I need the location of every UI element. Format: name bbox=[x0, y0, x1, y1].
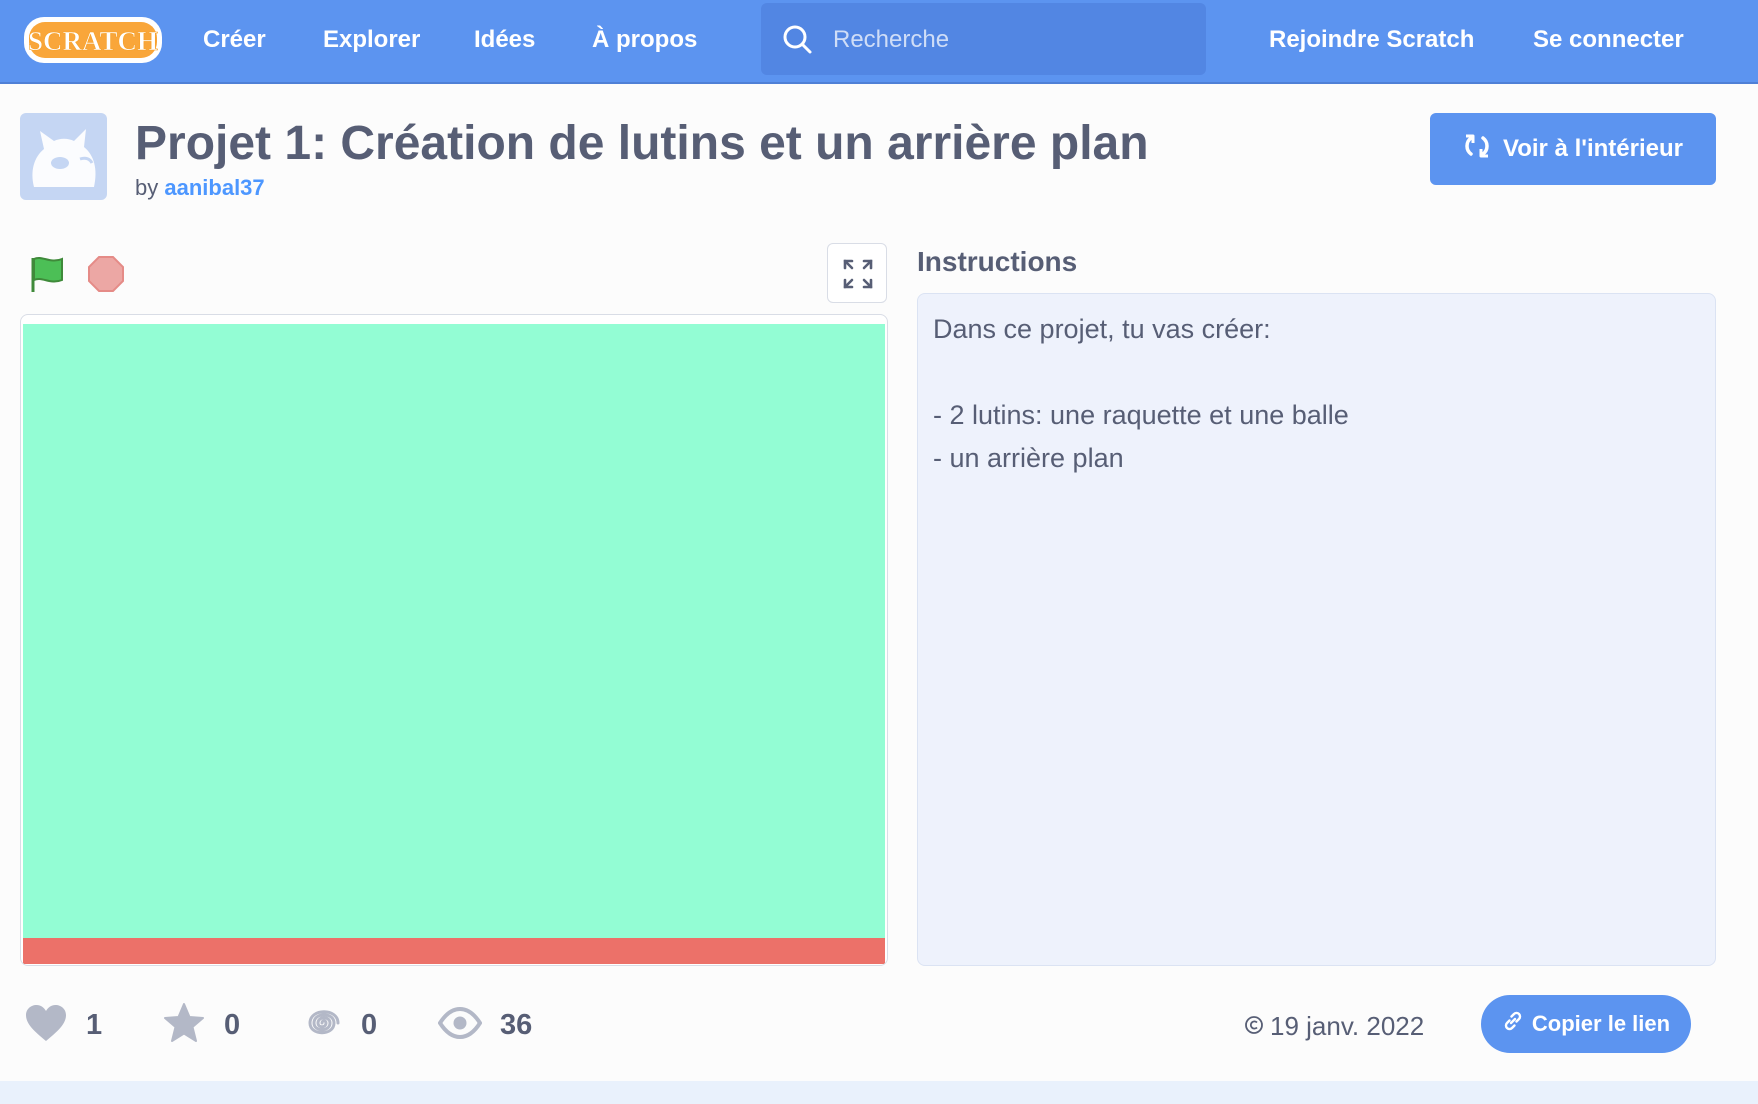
view-count: 36 bbox=[500, 1008, 533, 1041]
svg-text:SCRATCH: SCRATCH bbox=[28, 26, 158, 56]
heart-icon bbox=[24, 1003, 68, 1048]
love-count: 1 bbox=[86, 1008, 103, 1041]
share-date-text: 19 janv. 2022 bbox=[1270, 1011, 1425, 1041]
fullscreen-button[interactable] bbox=[827, 243, 887, 303]
search-input[interactable] bbox=[831, 17, 1195, 63]
instructions-box: Dans ce projet, tu vas créer: - 2 lutins… bbox=[917, 293, 1716, 966]
green-flag-icon[interactable] bbox=[28, 254, 68, 294]
nav-about[interactable]: À propos bbox=[592, 0, 697, 80]
remix-stat: 0 bbox=[301, 1000, 377, 1050]
project-title: Projet 1: Création de lutins et un arriè… bbox=[135, 117, 1149, 170]
by-label: by bbox=[135, 175, 159, 200]
favorite-stat[interactable]: 0 bbox=[162, 1000, 240, 1050]
top-navbar: SCRATCH Créer Explorer Idées À propos Re… bbox=[0, 0, 1758, 84]
page-bottom-strip bbox=[0, 1081, 1758, 1104]
byline: by aanibal37 bbox=[135, 172, 265, 204]
scratch-logo[interactable]: SCRATCH bbox=[22, 14, 164, 66]
instructions-line bbox=[933, 351, 1700, 394]
search-icon bbox=[781, 23, 813, 55]
stage-ground-sprite bbox=[23, 938, 885, 964]
favorite-count: 0 bbox=[224, 1008, 241, 1041]
author-link[interactable]: aanibal37 bbox=[164, 175, 264, 200]
nav-explore[interactable]: Explorer bbox=[323, 0, 420, 80]
link-icon bbox=[1502, 1010, 1524, 1038]
view-stat: 36 bbox=[437, 1000, 533, 1050]
share-date: 19 janv. 2022 bbox=[1244, 1008, 1424, 1044]
join-scratch-link[interactable]: Rejoindre Scratch bbox=[1269, 0, 1474, 80]
eye-icon bbox=[437, 1006, 483, 1044]
remix-icon bbox=[1463, 132, 1491, 167]
stop-icon[interactable] bbox=[86, 254, 126, 294]
instructions-heading: Instructions bbox=[917, 246, 1078, 277]
remix-count: 0 bbox=[361, 1008, 378, 1041]
instructions-line: - 2 lutins: une raquette et une balle bbox=[933, 400, 1349, 430]
fullscreen-icon bbox=[843, 259, 873, 289]
copyright-icon bbox=[1244, 1008, 1264, 1044]
search-bar bbox=[761, 3, 1206, 75]
see-inside-label: Voir à l'intérieur bbox=[1503, 135, 1683, 162]
project-stage[interactable] bbox=[20, 314, 888, 966]
sign-in-link[interactable]: Se connecter bbox=[1533, 0, 1684, 80]
copy-link-label: Copier le lien bbox=[1531, 1011, 1671, 1036]
nav-create[interactable]: Créer bbox=[203, 0, 266, 80]
copy-link-button[interactable]: Copier le lien bbox=[1481, 995, 1691, 1053]
stage-backdrop bbox=[23, 324, 885, 964]
author-avatar[interactable] bbox=[20, 113, 107, 200]
instructions-line: - un arrière plan bbox=[933, 443, 1124, 473]
instructions-line: Dans ce projet, tu vas créer: bbox=[933, 314, 1271, 344]
see-inside-button[interactable]: Voir à l'intérieur bbox=[1430, 113, 1716, 185]
love-stat[interactable]: 1 bbox=[24, 1000, 102, 1050]
nav-ideas[interactable]: Idées bbox=[474, 0, 535, 80]
remix-spiral-icon bbox=[301, 1002, 343, 1049]
star-icon bbox=[162, 1002, 206, 1049]
